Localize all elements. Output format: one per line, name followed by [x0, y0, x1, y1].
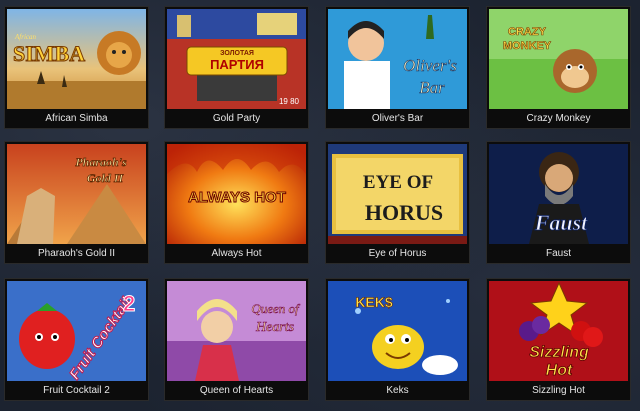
logo-text: Oliver's: [403, 56, 457, 75]
eye-of-horus-artwork: EYE OF HORUS: [328, 144, 467, 244]
logo-text-2: MONKEY: [503, 40, 552, 52]
logo-text: Pharaoh's: [75, 155, 127, 169]
game-title[interactable]: Keks: [326, 385, 469, 397]
game-thumbnail[interactable]: Sizzling Hot: [489, 281, 628, 381]
logo-text: Faust: [534, 210, 588, 235]
game-title[interactable]: Faust: [487, 248, 630, 260]
game-title[interactable]: Sizzling Hot: [487, 385, 630, 397]
logo-text-2: 2: [123, 291, 135, 316]
sizzling-hot-artwork: Sizzling Hot: [489, 281, 628, 381]
game-thumbnail[interactable]: Faust: [489, 144, 628, 244]
game-tile-olivers-bar[interactable]: Oliver's Bar Oliver's Bar: [325, 6, 470, 129]
game-tile-fruit-cocktail-2[interactable]: Fruit Cocktail 2 Fruit Cocktail 2: [4, 278, 149, 401]
game-tile-gold-party[interactable]: ЗОЛОТАЯ ПАРТИЯ 19 80 Gold Party: [164, 6, 309, 129]
game-title[interactable]: Queen of Hearts: [165, 385, 308, 397]
pharaohs-gold-ii-artwork: Pharaoh's Gold II: [7, 144, 146, 244]
fruit-cocktail-2-artwork: Fruit Cocktail 2: [7, 281, 146, 381]
logo-text: KEK$: [355, 294, 393, 310]
queen-of-hearts-artwork: Queen of Hearts: [167, 281, 306, 381]
year-text: 19 80: [279, 97, 300, 106]
game-thumbnail[interactable]: Oliver's Bar: [328, 9, 467, 109]
logo-text: SIMBA: [13, 41, 85, 66]
african-simba-artwork: African SIMBA: [7, 9, 146, 109]
logo-text-2: Hearts: [255, 320, 295, 335]
game-title[interactable]: Oliver's Bar: [326, 113, 469, 125]
game-thumbnail[interactable]: EYE OF HORUS: [328, 144, 467, 244]
game-title[interactable]: Pharaoh's Gold II: [5, 248, 148, 260]
logo-text: EYE OF: [363, 172, 433, 193]
logo-text: CRAZY: [508, 26, 547, 38]
logo-prefix: African: [14, 33, 36, 41]
logo-text: Queen of: [251, 301, 301, 316]
game-thumbnail[interactable]: CRAZY MONKEY: [489, 9, 628, 109]
olivers-bar-artwork: Oliver's Bar: [328, 9, 467, 109]
logo-text: ПАРТИЯ: [210, 57, 264, 72]
logo-text: ALWAYS HOT: [188, 189, 286, 206]
game-tile-queen-of-hearts[interactable]: Queen of Hearts Queen of Hearts: [164, 278, 309, 401]
always-hot-artwork: ALWAYS HOT: [167, 144, 306, 244]
game-thumbnail[interactable]: KEK$: [328, 281, 467, 381]
game-thumbnail[interactable]: ALWAYS HOT: [167, 144, 306, 244]
game-tile-crazy-monkey[interactable]: CRAZY MONKEY Crazy Monkey: [486, 6, 631, 129]
keks-artwork: KEK$: [328, 281, 467, 381]
logo-text: Sizzling: [529, 344, 589, 361]
faust-artwork: Faust: [489, 144, 628, 244]
gold-party-artwork: ЗОЛОТАЯ ПАРТИЯ 19 80: [167, 9, 306, 109]
game-title[interactable]: Eye of Horus: [326, 248, 469, 260]
game-title[interactable]: Always Hot: [165, 248, 308, 260]
game-tile-faust[interactable]: Faust Faust: [486, 141, 631, 264]
logo-top-text: ЗОЛОТАЯ: [220, 50, 254, 57]
game-tile-pharaohs-gold-ii[interactable]: Pharaoh's Gold II Pharaoh's Gold II: [4, 141, 149, 264]
game-tile-always-hot[interactable]: ALWAYS HOT Always Hot: [164, 141, 309, 264]
game-title[interactable]: Crazy Monkey: [487, 113, 630, 125]
game-title[interactable]: African Simba: [5, 113, 148, 125]
crazy-monkey-artwork: CRAZY MONKEY: [489, 9, 628, 109]
game-title[interactable]: Fruit Cocktail 2: [5, 385, 148, 397]
game-thumbnail[interactable]: Fruit Cocktail 2: [7, 281, 146, 381]
game-tile-keks[interactable]: KEK$ Keks: [325, 278, 470, 401]
game-tile-african-simba[interactable]: African SIMBA African Simba: [4, 6, 149, 129]
game-title[interactable]: Gold Party: [165, 113, 308, 125]
game-thumbnail[interactable]: African SIMBA: [7, 9, 146, 109]
logo-text-2: HORUS: [365, 200, 443, 225]
game-thumbnail[interactable]: Pharaoh's Gold II: [7, 144, 146, 244]
game-thumbnail[interactable]: Queen of Hearts: [167, 281, 306, 381]
game-thumbnail[interactable]: ЗОЛОТАЯ ПАРТИЯ 19 80: [167, 9, 306, 109]
game-tile-sizzling-hot[interactable]: Sizzling Hot Sizzling Hot: [486, 278, 631, 401]
game-tile-eye-of-horus[interactable]: EYE OF HORUS Eye of Horus: [325, 141, 470, 264]
logo-text-2: Hot: [546, 362, 573, 379]
game-grid: African SIMBA African Simba ЗОЛОТАЯ ПАРТ…: [0, 0, 640, 411]
logo-text-2: Gold II: [87, 171, 125, 185]
logo-text-2: Bar: [419, 78, 445, 97]
